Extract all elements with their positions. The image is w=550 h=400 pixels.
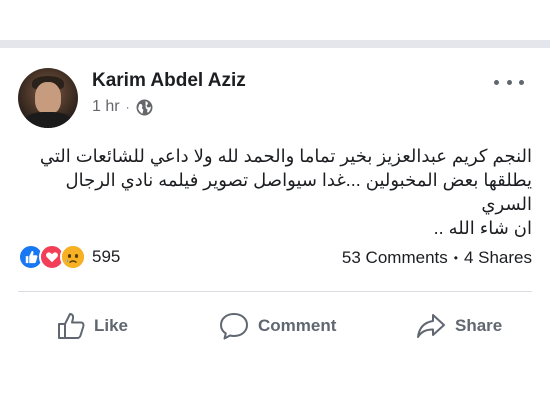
share-button[interactable]: Share	[415, 305, 502, 347]
avatar-face	[35, 82, 61, 114]
comment-label: Comment	[258, 316, 337, 335]
post-actions: Like Comment Share	[0, 305, 550, 347]
author-name[interactable]: Karim Abdel Aziz	[92, 70, 246, 92]
comment-button[interactable]: Comment	[218, 305, 336, 347]
post-footer-area	[0, 358, 550, 400]
page-top-area	[0, 0, 550, 40]
comments-count[interactable]: 53 Comments	[342, 248, 448, 268]
more-options-icon[interactable]	[494, 76, 524, 88]
share-icon	[417, 314, 445, 338]
post-meta: 1 hr ·	[92, 98, 153, 116]
stats-separator: •	[453, 251, 458, 265]
like-button[interactable]: Like	[56, 305, 128, 347]
post-time[interactable]: 1 hr	[92, 98, 120, 116]
more-dot	[519, 79, 524, 85]
avatar[interactable]	[18, 68, 78, 128]
reaction-count[interactable]: 595	[92, 247, 120, 267]
post-body: النجم كريم عبدالعزيز بخير تماما والحمد ل…	[39, 146, 532, 238]
meta-separator: ·	[125, 100, 130, 114]
thumbs-up-icon	[58, 313, 85, 339]
like-label: Like	[94, 316, 129, 335]
reactions-summary[interactable]: 595	[18, 244, 120, 270]
shares-count[interactable]: 4 Shares	[464, 248, 532, 268]
actions-divider	[18, 291, 532, 292]
sad-icon	[60, 244, 86, 270]
post-card: Karim Abdel Aziz 1 hr · النجم كريم عبدال…	[0, 48, 550, 400]
share-label: Share	[455, 316, 503, 335]
feed-divider	[0, 40, 550, 48]
more-dot	[494, 79, 499, 85]
avatar-shirt	[24, 112, 72, 128]
globe-icon[interactable]	[136, 99, 153, 116]
more-dot	[506, 79, 512, 85]
comment-icon	[220, 313, 248, 340]
post-stats: 595 53 Comments • 4 Shares	[18, 244, 532, 272]
engagement-counts: 53 Comments • 4 Shares	[342, 248, 532, 268]
